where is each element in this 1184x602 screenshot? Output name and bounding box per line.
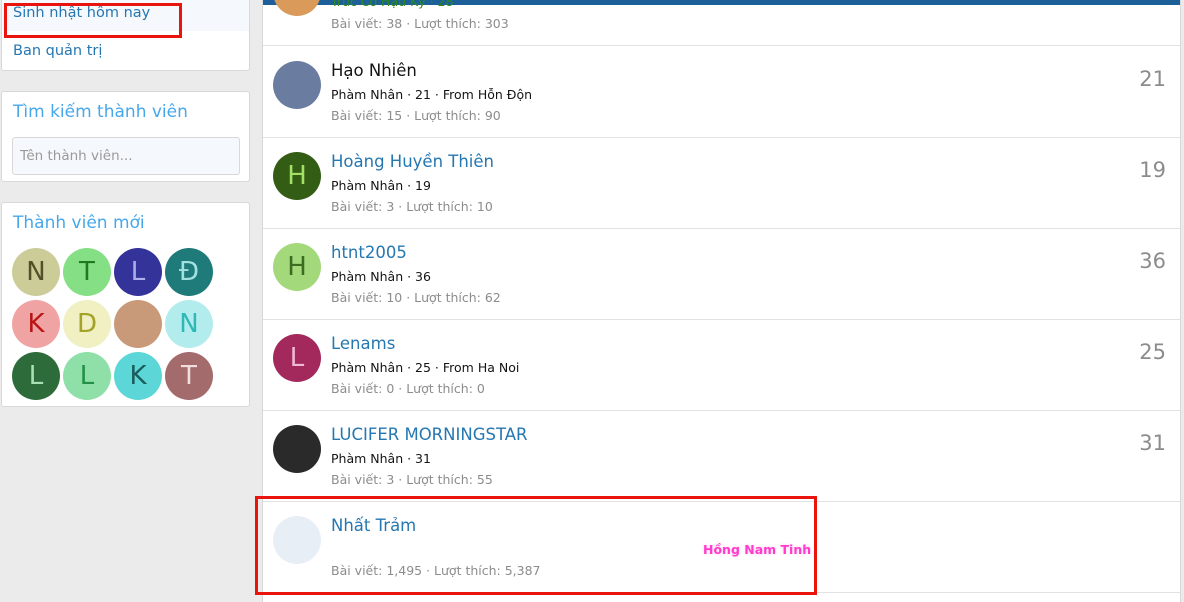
member-name-link[interactable]: LUCIFER MORNINGSTAR [331,425,528,444]
new-members-grid: NTLĐKDNLLKT [12,248,213,400]
member-title: Phàm Nhân · 31 [331,451,431,466]
member-row: LUCIFER MORNINGSTAR Phàm Nhân · 31 Bài viế… [263,411,1180,502]
member-list: Trúc Cơ Hậu Kỳ · 28 Bài viết: 38 · Lượt … [262,0,1181,602]
member-count: 31 [1139,431,1166,455]
new-member-avatar[interactable]: L [12,352,60,400]
new-member-avatar[interactable]: D [63,300,111,348]
member-stats: Bài viết: 3 · Lượt thích: 55 [331,472,493,487]
staff-link[interactable]: Ban quản trị [2,34,249,69]
member-row: H Hoàng Huyền Thiên Phàm Nhân · 19 Bài viết… [263,138,1180,229]
birthday-today-link[interactable]: Sinh nhật hôm nay [2,0,249,31]
avatar[interactable]: L [273,334,321,382]
member-row: Hhtnt2005 Phàm Nhân · 36 Bài viết: 10 · Lư… [263,229,1180,320]
member-count: 21 [1139,67,1166,91]
new-member-avatar[interactable] [114,300,162,348]
new-member-avatar[interactable]: N [165,300,213,348]
member-title: Hồng Nam Tinh [703,542,812,557]
avatar[interactable]: H [273,243,321,291]
new-member-avatar[interactable]: L [63,352,111,400]
new-member-avatar[interactable]: K [114,352,162,400]
avatar[interactable]: H [273,152,321,200]
new-members-block: Thành viên mới NTLĐKDNLLKT [1,202,250,407]
member-title: Phàm Nhân · 19 [331,178,431,193]
new-member-avatar[interactable]: L [114,248,162,296]
member-search-title: Tìm kiếm thành viên [13,102,188,122]
member-name-link[interactable]: Nhất Trảm [331,516,416,535]
member-stats: Bài viết: 15 · Lượt thích: 90 [331,108,501,123]
member-search-block: Tìm kiếm thành viên [1,91,250,182]
member-row: L Lenams Phàm Nhân · 25 · From Ha Noi Bài v… [263,320,1180,411]
member-stats: Bài viết: 38 · Lượt thích: 303 [331,16,509,31]
member-stats: Bài viết: 10 · Lượt thích: 62 [331,290,501,305]
new-members-title: Thành viên mới [13,213,145,233]
new-member-avatar[interactable]: T [63,248,111,296]
member-title: Phàm Nhân · 36 [331,269,431,284]
member-stats: Bài viết: 1,495 · Lượt thích: 5,387 [331,563,541,578]
member-search-input[interactable] [12,137,240,175]
avatar[interactable] [273,516,321,564]
new-member-avatar[interactable]: T [165,352,213,400]
member-name-link[interactable]: Lenams [331,334,395,353]
member-stats: Bài viết: 0 · Lượt thích: 0 [331,381,485,396]
avatar[interactable] [273,0,321,16]
member-count: 25 [1139,340,1166,364]
avatar[interactable] [273,425,321,473]
member-title: Phàm Nhân · 21 · From Hỗn Độn [331,87,533,102]
member-count: 36 [1139,249,1166,273]
member-row-partial: Trúc Cơ Hậu Kỳ · 28 Bài viết: 38 · Lượt … [263,0,1180,46]
member-count: 19 [1139,158,1166,182]
member-row: Nhất Trảm Hồng Nam Tinh Bài viết: 1,495 · … [263,502,1180,593]
new-member-avatar[interactable]: Đ [165,248,213,296]
member-title: Phàm Nhân · 25 · From Ha Noi [331,360,520,375]
member-name-link[interactable]: Hạo Nhiên [331,61,417,80]
new-member-avatar[interactable]: N [12,248,60,296]
member-name-link[interactable]: htnt2005 [331,243,407,262]
quick-links-block: Sinh nhật hôm nay Ban quản trị [1,0,250,71]
member-name-link[interactable]: Hoàng Huyền Thiên [331,152,494,171]
member-stats: Bài viết: 3 · Lượt thích: 10 [331,199,493,214]
member-row: Hạo Nhiên Phàm Nhân · 21 · From Hỗn Độn Bà… [263,47,1180,138]
new-member-avatar[interactable]: K [12,300,60,348]
member-title: Trúc Cơ Hậu Kỳ · 28 [331,0,454,9]
avatar[interactable] [273,61,321,109]
